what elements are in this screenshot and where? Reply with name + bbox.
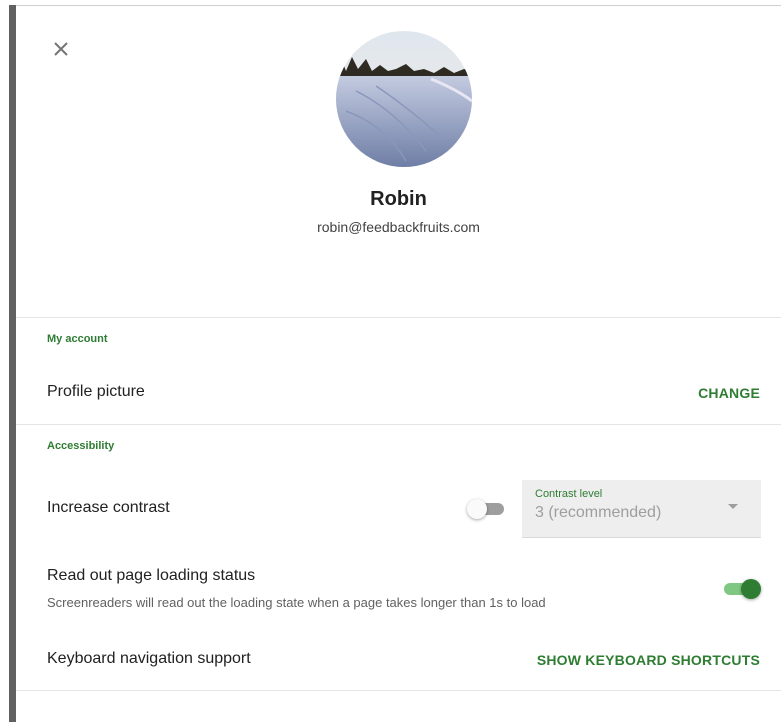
keyboard-support-label: Keyboard navigation support [47,650,251,667]
increase-contrast-label: Increase contrast [47,499,170,516]
profile-settings-panel: Robin robin@feedbackfruits.com My accoun… [16,5,781,722]
section-title-my-account: My account [47,333,108,345]
read-loading-toggle[interactable] [721,579,761,599]
contrast-level-value: 3 (recommended) [535,504,662,521]
close-button[interactable] [50,38,72,60]
arrow-drop-down-icon [728,504,738,509]
section-title-accessibility: Accessibility [47,440,115,452]
toggle-thumb [467,499,487,519]
read-loading-description: Screenreaders will read out the loading … [47,595,546,610]
divider [16,424,781,425]
divider [16,690,781,691]
toggle-thumb [741,579,761,599]
profile-picture-label: Profile picture [47,383,145,400]
show-keyboard-shortcuts-button[interactable]: SHOW KEYBOARD SHORTCUTS [537,652,760,668]
increase-contrast-toggle[interactable] [467,499,507,519]
contrast-level-label: Contrast level [535,488,603,500]
user-name: Robin [370,188,427,210]
backdrop-edge [9,5,16,722]
change-picture-button[interactable]: CHANGE [698,385,760,401]
user-email: robin@feedbackfruits.com [317,219,480,235]
contrast-level-select[interactable]: Contrast level 3 (recommended) [522,480,761,538]
read-loading-label: Read out page loading status [47,567,256,584]
divider [16,317,781,318]
panel-border [16,5,781,6]
close-icon [54,42,68,56]
avatar [336,31,472,167]
